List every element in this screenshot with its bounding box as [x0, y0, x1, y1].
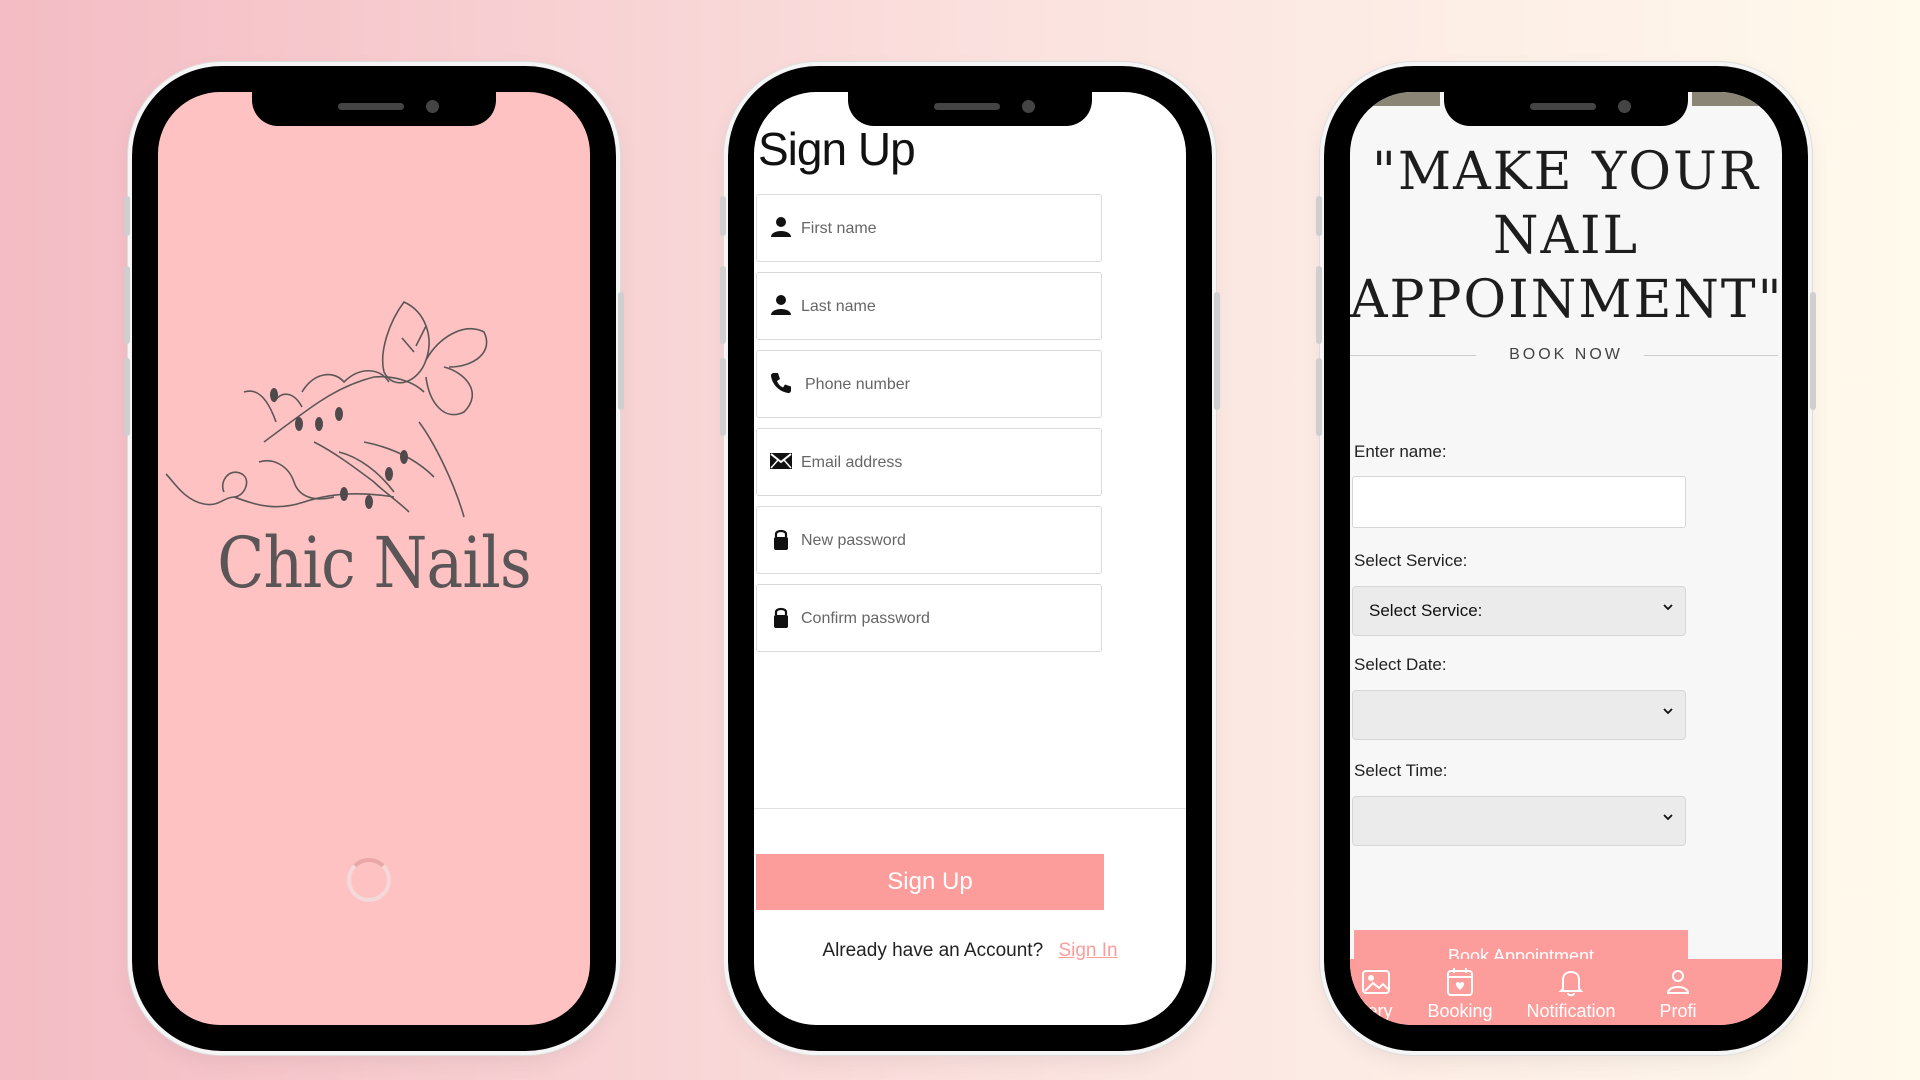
service-label: Select Service: [1354, 551, 1468, 570]
date-select[interactable] [1352, 690, 1686, 740]
power-button [618, 292, 624, 410]
envelope-icon [770, 453, 792, 469]
notch [1444, 92, 1688, 126]
signin-link[interactable]: Sign In [1058, 940, 1117, 961]
confirm-password-input[interactable] [799, 585, 1093, 653]
booking-icon [1447, 968, 1473, 996]
signup-screen: Sign Up Sign Up Already have an Ac [754, 92, 1186, 1025]
bell-icon [1558, 970, 1584, 997]
loading-spinner-icon [347, 858, 391, 902]
power-button [1810, 292, 1816, 410]
lock-icon [774, 607, 788, 628]
notch [848, 92, 1092, 126]
tab-label: Booking [1427, 1001, 1493, 1021]
divider-line [1644, 355, 1778, 356]
signin-row: Already have an Account? Sign In [754, 940, 1186, 962]
last-name-field[interactable] [756, 272, 1102, 341]
person-icon [771, 217, 791, 237]
time-select[interactable] [1352, 796, 1686, 846]
tab-notification[interactable]: Notification [1526, 965, 1616, 1022]
new-password-field[interactable] [756, 506, 1102, 575]
headline-line: "MAKE YOUR [1372, 142, 1760, 202]
chevron-down-icon [1663, 708, 1673, 715]
page-headline: "MAKE YOUR NAIL APPOINMENT" [1350, 140, 1782, 332]
date-label: Select Date: [1354, 655, 1447, 674]
name-input[interactable] [1352, 476, 1686, 528]
bottom-tab-bar: llery Booking Notification Profi [1350, 959, 1782, 1025]
mute-switch [720, 196, 726, 236]
name-label: Enter name: [1354, 442, 1447, 461]
email-field[interactable] [756, 428, 1102, 497]
tab-booking[interactable]: Booking [1420, 965, 1500, 1022]
phone-signup: Sign Up Sign Up Already have an Ac [720, 66, 1220, 1051]
headline-line: APPOINMENT" [1350, 270, 1782, 330]
divider [754, 808, 1186, 809]
confirm-password-field[interactable] [756, 584, 1102, 653]
last-name-input[interactable] [799, 273, 1093, 341]
profile-icon [1666, 970, 1690, 994]
volume-down-button [1316, 358, 1322, 436]
first-name-input[interactable] [799, 195, 1093, 263]
volume-up-button [720, 266, 726, 344]
book-now-divider: BOOK NOW [1350, 346, 1782, 366]
new-password-input[interactable] [799, 507, 1093, 575]
person-icon [771, 295, 791, 315]
phone-number-field[interactable] [756, 350, 1102, 419]
gallery-icon [1362, 970, 1390, 994]
booking-screen: "MAKE YOUR NAIL APPOINMENT" BOOK NOW Ent… [1350, 92, 1782, 1025]
signup-button[interactable]: Sign Up [756, 854, 1104, 910]
tab-label: llery [1359, 1001, 1393, 1021]
tab-profile[interactable]: Profi [1640, 965, 1716, 1022]
volume-up-button [124, 266, 130, 344]
service-select[interactable]: Select Service: [1352, 586, 1686, 636]
page-title: Sign Up [758, 123, 916, 175]
power-button [1214, 292, 1220, 410]
header-photo [1370, 92, 1440, 106]
tab-gallery[interactable]: llery [1350, 965, 1416, 1022]
tab-label: Notification [1526, 1001, 1616, 1021]
mute-switch [1316, 196, 1322, 236]
chevron-down-icon [1663, 814, 1673, 821]
app-logo-text: Chic Nails [217, 522, 531, 604]
mute-switch [124, 196, 130, 236]
email-input[interactable] [799, 429, 1093, 497]
notch [252, 92, 496, 126]
lock-icon [774, 529, 788, 550]
chevron-down-icon [1663, 604, 1673, 611]
tab-label: Profi [1659, 1001, 1697, 1021]
header-photo [1692, 92, 1762, 106]
first-name-field[interactable] [756, 194, 1102, 263]
time-label: Select Time: [1354, 761, 1448, 780]
splash-screen: Chic Nails [158, 92, 590, 1025]
volume-up-button [1316, 266, 1322, 344]
phone-splash: Chic Nails [124, 66, 624, 1051]
volume-down-button [720, 358, 726, 436]
phone-icon [770, 373, 791, 394]
phone-booking: "MAKE YOUR NAIL APPOINMENT" BOOK NOW Ent… [1316, 66, 1816, 1051]
volume-down-button [124, 358, 130, 436]
signin-prompt: Already have an Account? [822, 940, 1044, 961]
headline-line: NAIL [1492, 206, 1640, 266]
phone-number-input[interactable] [803, 351, 1097, 419]
service-select-value: Select Service: [1369, 601, 1483, 620]
